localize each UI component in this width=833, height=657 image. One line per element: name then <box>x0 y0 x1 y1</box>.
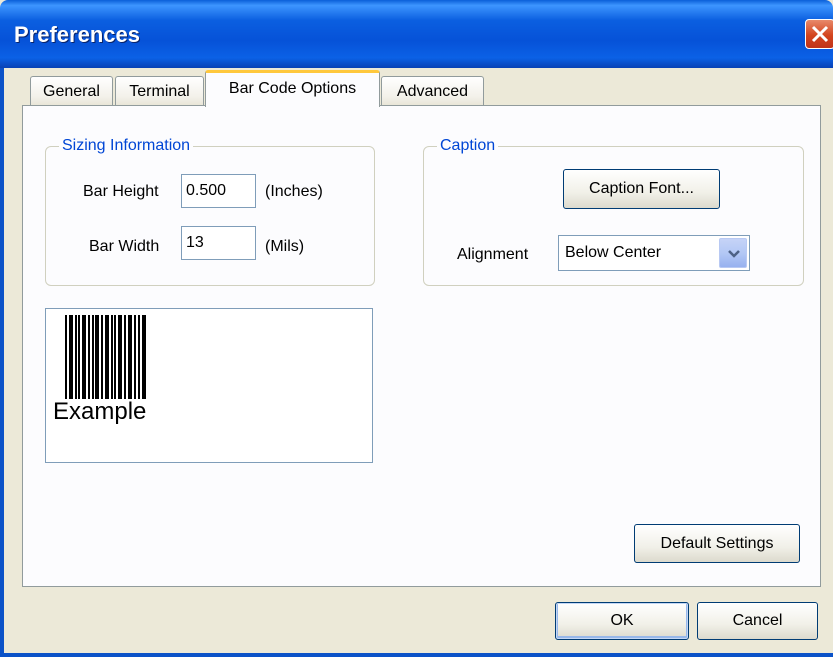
close-icon <box>811 25 829 43</box>
tab-advanced-label: Advanced <box>396 83 469 100</box>
default-settings-button[interactable]: Default Settings <box>634 524 800 563</box>
caption-font-button-label: Caption Font... <box>589 180 694 197</box>
alignment-select[interactable]: Below Center <box>558 235 750 271</box>
sizing-information-group: Sizing Information <box>45 136 375 286</box>
caption-group-title: Caption <box>437 136 499 156</box>
window-title: Preferences <box>14 22 140 47</box>
ok-button-label: OK <box>610 612 634 629</box>
preview-caption: Example <box>53 398 147 425</box>
window-frame-left <box>0 68 4 657</box>
barcode-preview: Example <box>45 308 373 463</box>
sizing-group-title: Sizing Information <box>59 136 194 156</box>
tab-general-label: General <box>43 83 100 100</box>
tab-bar-code-options[interactable]: Bar Code Options <box>205 70 380 107</box>
caption-font-button[interactable]: Caption Font... <box>563 169 720 209</box>
tab-advanced[interactable]: Advanced <box>381 76 484 105</box>
bar-height-label: Bar Height <box>83 183 159 200</box>
cancel-button-label: Cancel <box>732 612 783 629</box>
chevron-down-icon <box>728 250 740 258</box>
barcode-image <box>65 315 146 399</box>
cancel-button[interactable]: Cancel <box>697 602 818 640</box>
bar-height-input[interactable] <box>181 174 256 208</box>
title-bar[interactable]: Preferences <box>0 0 833 68</box>
window-frame-bottom <box>0 653 833 657</box>
bar-width-label: Bar Width <box>89 238 160 255</box>
tab-bar-code-options-label: Bar Code Options <box>228 80 357 97</box>
bar-width-input[interactable] <box>181 226 256 260</box>
alignment-dropdown-button[interactable] <box>719 238 747 268</box>
default-settings-label: Default Settings <box>660 535 774 552</box>
alignment-select-value: Below Center <box>565 244 662 261</box>
ok-button[interactable]: OK <box>555 602 689 640</box>
close-button[interactable] <box>805 19 833 49</box>
tab-terminal[interactable]: Terminal <box>115 76 204 105</box>
tab-general[interactable]: General <box>30 76 113 105</box>
bar-height-unit: (Inches) <box>265 183 323 200</box>
bar-width-unit: (Mils) <box>265 238 305 255</box>
preferences-dialog: Preferences General Terminal Bar Code Op… <box>0 0 833 657</box>
tab-terminal-label: Terminal <box>129 83 190 100</box>
alignment-label: Alignment <box>457 246 529 263</box>
